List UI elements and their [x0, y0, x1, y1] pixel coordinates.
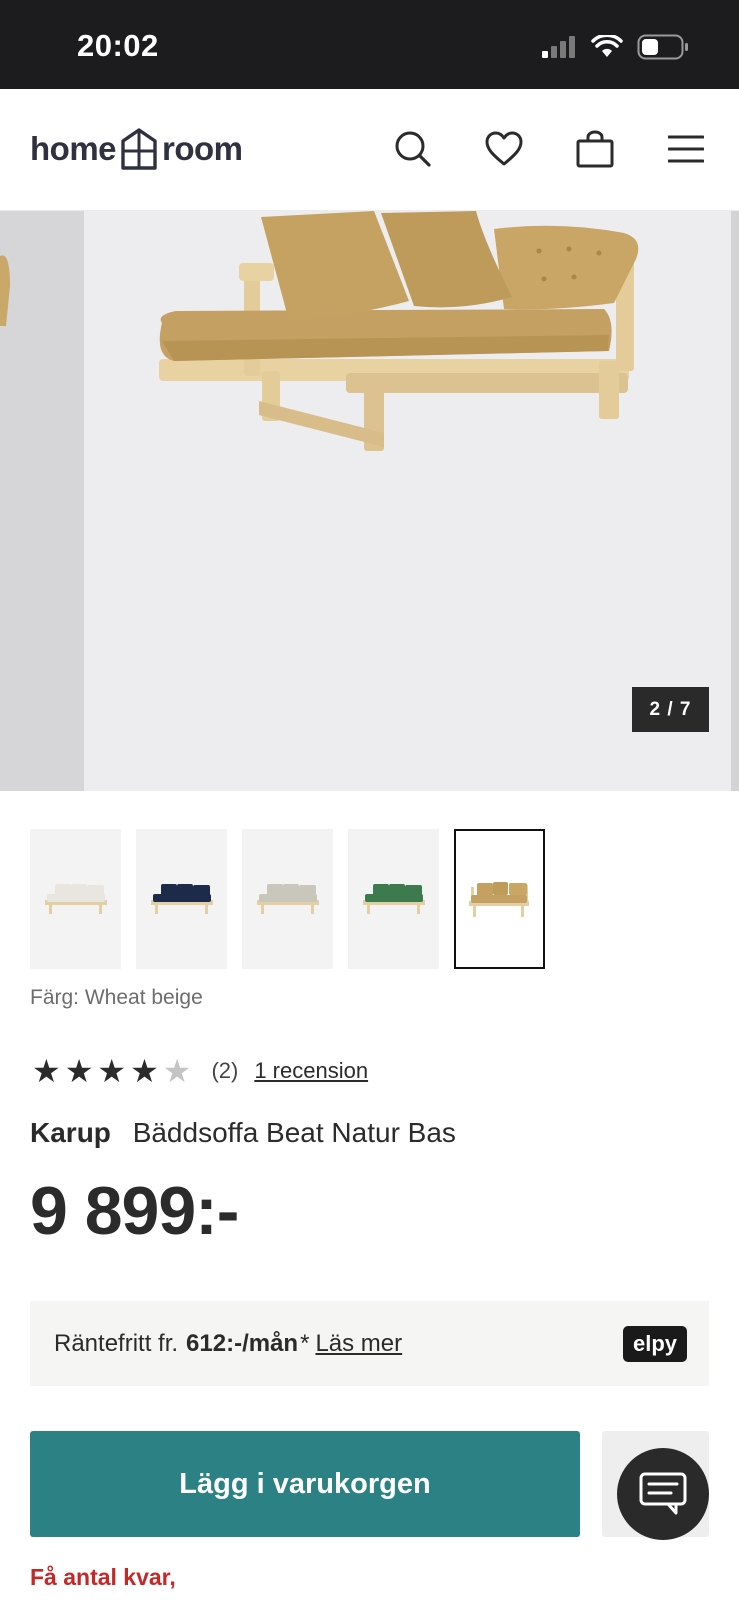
- next-image-slide[interactable]: [731, 211, 739, 791]
- stock-warning: Få antal kvar,: [30, 1564, 176, 1590]
- finance-prefix: Räntefritt fr.: [54, 1329, 179, 1357]
- site-header: home room: [0, 89, 739, 211]
- selected-color-label: Färg: Wheat beige: [30, 986, 203, 1009]
- product-image-gallery[interactable]: 2 / 7: [0, 211, 739, 791]
- previous-image-slide[interactable]: [0, 211, 84, 791]
- thumbnail-variant-3[interactable]: [242, 829, 333, 969]
- star-empty-icon: ★: [162, 1053, 192, 1089]
- rating-count: (2): [211, 1058, 239, 1083]
- star-icon: ★: [64, 1053, 94, 1089]
- color-variant-thumbnails: [30, 829, 545, 969]
- star-icon: ★: [97, 1053, 127, 1089]
- sofa-thumbnail-image: [256, 884, 319, 914]
- logo-text-home: home: [30, 130, 117, 167]
- signal-icon: [542, 36, 575, 58]
- bag-icon: [576, 130, 614, 168]
- menu-button[interactable]: [666, 129, 706, 169]
- search-icon: [395, 131, 431, 167]
- product-rating: ★ ★ ★ ★ ★ (2) 1 recension: [32, 1055, 368, 1087]
- finance-amount: 612:-/mån: [186, 1329, 299, 1357]
- rating-stars: ★ ★ ★ ★ ★: [32, 1055, 191, 1087]
- sofa-thumbnail-image: [362, 884, 425, 914]
- sofa-thumbnail-image: [44, 884, 107, 914]
- read-more-link[interactable]: Läs mer: [315, 1330, 402, 1358]
- product-title: Karup Bäddsoffa Beat Natur Bas: [30, 1117, 456, 1149]
- sofa-thumbnail-image: [150, 884, 213, 914]
- sofa-thumbnail-image: [468, 882, 529, 917]
- wifi-icon: [591, 35, 623, 57]
- product-name: Bäddsoffa Beat Natur Bas: [132, 1117, 456, 1148]
- status-bar: 20:02: [0, 0, 739, 89]
- chat-icon: [639, 1472, 687, 1515]
- thumbnail-variant-1[interactable]: [30, 829, 121, 969]
- star-icon: ★: [130, 1053, 159, 1089]
- status-time: 20:02: [77, 28, 159, 63]
- reviews-link[interactable]: 1 recension: [254, 1058, 368, 1084]
- financing-banner: Räntefritt fr. 612:-/mån * Läs mer elpy: [30, 1301, 709, 1386]
- image-counter: 2 / 7: [632, 687, 709, 732]
- wishlist-button[interactable]: [484, 129, 524, 169]
- finance-suffix: *: [300, 1329, 310, 1357]
- battery-icon: [637, 34, 688, 60]
- star-icon: ★: [32, 1053, 61, 1089]
- menu-icon: [668, 135, 704, 163]
- product-brand[interactable]: Karup: [30, 1117, 111, 1148]
- thumbnail-variant-5-selected[interactable]: [454, 829, 545, 969]
- house-logo-icon: [121, 128, 157, 170]
- logo-text-room: room: [162, 130, 243, 167]
- heart-icon: [485, 131, 523, 166]
- cart-button[interactable]: [575, 129, 615, 169]
- status-icons: [541, 34, 689, 60]
- sofa-product-image: [159, 211, 639, 451]
- previous-sofa-image-fragment: [0, 255, 10, 326]
- product-price: 9 899:-: [30, 1173, 239, 1249]
- search-button[interactable]: [393, 129, 433, 169]
- add-to-cart-button[interactable]: Lägg i varukorgen: [30, 1431, 580, 1537]
- chat-button[interactable]: [617, 1448, 709, 1540]
- thumbnail-variant-4[interactable]: [348, 829, 439, 969]
- homeroom-logo[interactable]: home room: [30, 127, 243, 171]
- thumbnail-variant-2[interactable]: [136, 829, 227, 969]
- elpy-logo: elpy: [623, 1326, 687, 1362]
